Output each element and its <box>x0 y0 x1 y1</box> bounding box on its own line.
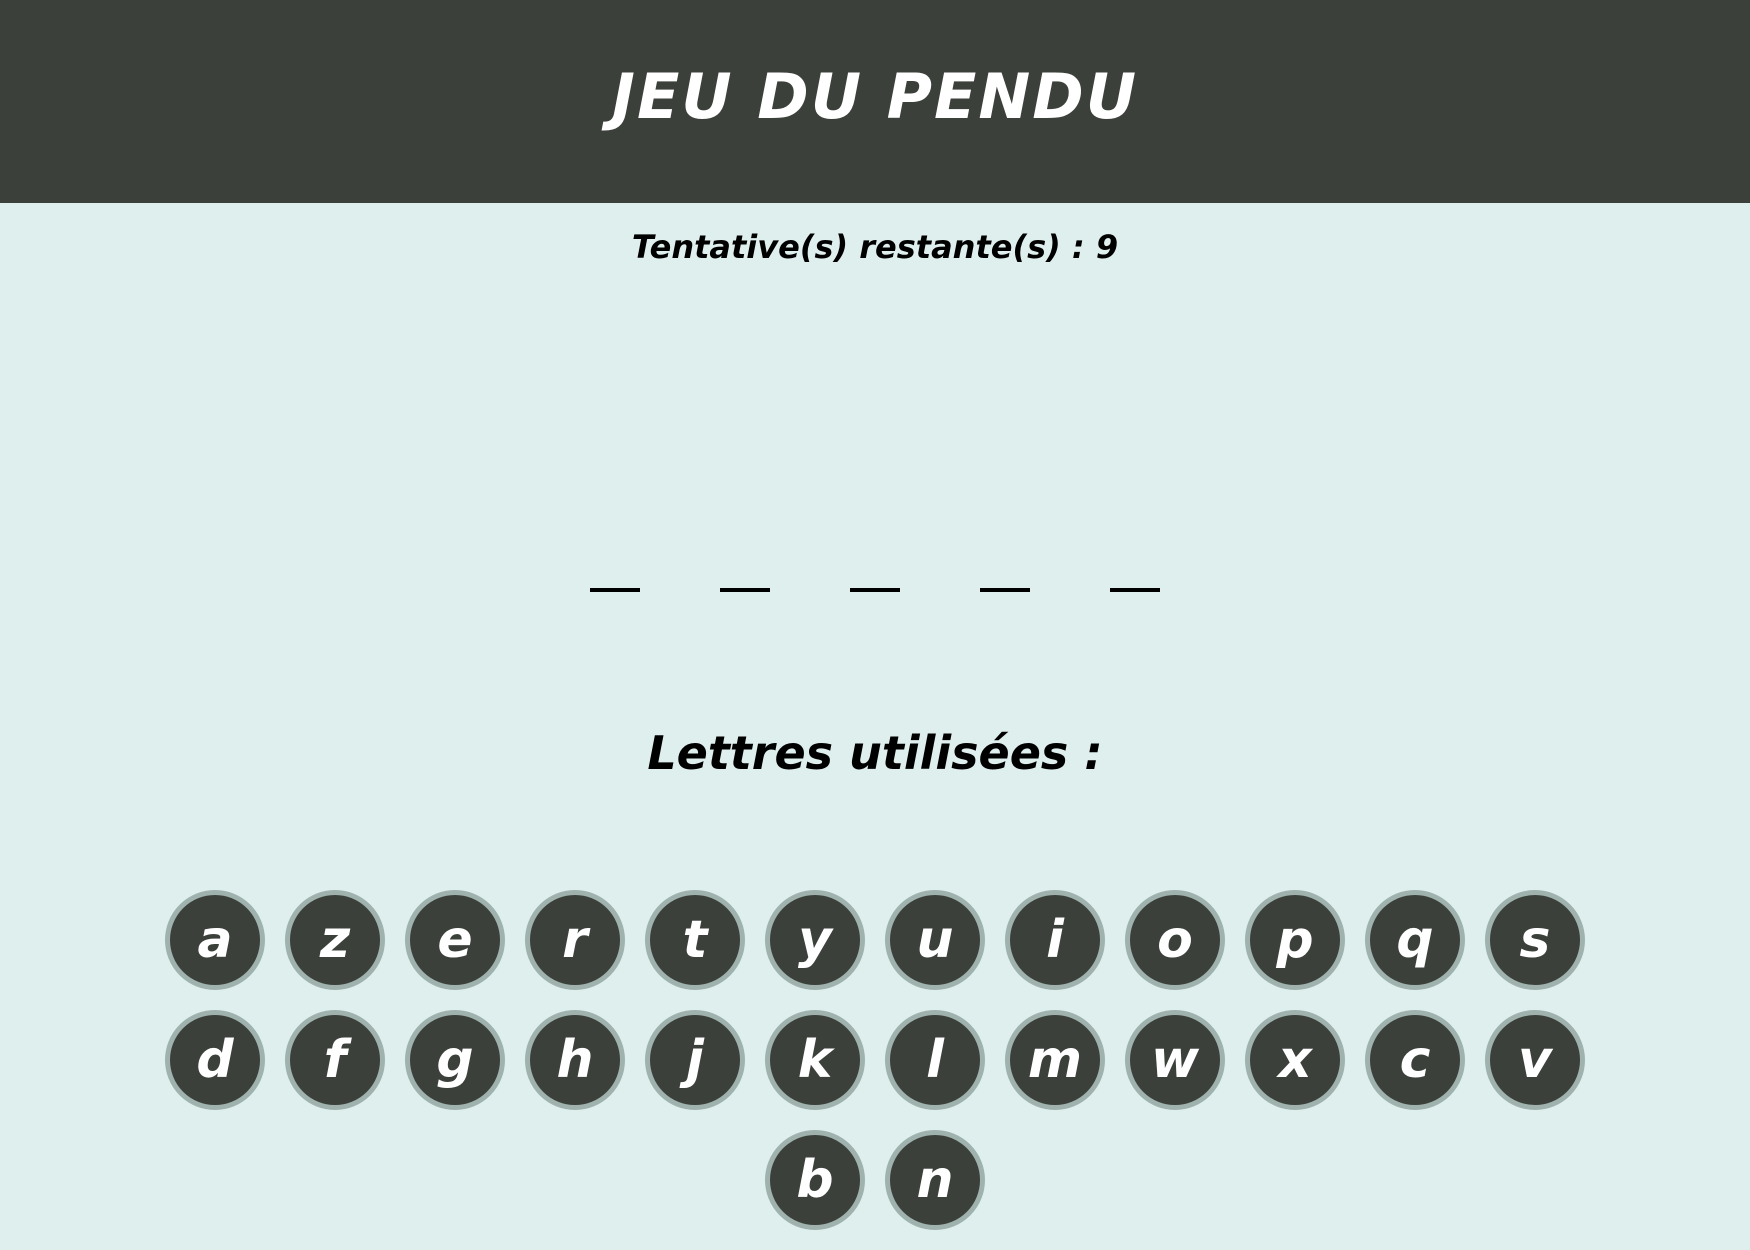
letter-key-j[interactable]: j <box>645 1010 745 1110</box>
letter-key-v[interactable]: v <box>1485 1010 1585 1110</box>
letter-key-f[interactable]: f <box>285 1010 385 1110</box>
letter-slot <box>980 548 1030 592</box>
letter-key-h[interactable]: h <box>525 1010 625 1110</box>
attempts-label: Tentative(s) restante(s) : <box>631 228 1085 266</box>
letter-key-e[interactable]: e <box>405 890 505 990</box>
keyboard-row: azertyuiopqs <box>0 890 1750 990</box>
letter-key-d[interactable]: d <box>165 1010 265 1110</box>
letter-key-k[interactable]: k <box>765 1010 865 1110</box>
letter-slot <box>720 548 770 592</box>
keyboard-row: bn <box>0 1130 1750 1230</box>
letter-slot <box>590 548 640 592</box>
letter-key-q[interactable]: q <box>1365 890 1465 990</box>
letter-key-u[interactable]: u <box>885 890 985 990</box>
page-title: JEU DU PENDU <box>611 60 1139 133</box>
hidden-word <box>0 548 1750 592</box>
letter-key-x[interactable]: x <box>1245 1010 1345 1110</box>
letter-key-g[interactable]: g <box>405 1010 505 1110</box>
keyboard-row: dfghjklmwxcv <box>0 1010 1750 1110</box>
letter-key-m[interactable]: m <box>1005 1010 1105 1110</box>
attempts-value: 9 <box>1095 228 1119 266</box>
letter-slot <box>850 548 900 592</box>
letter-key-n[interactable]: n <box>885 1130 985 1230</box>
letter-key-o[interactable]: o <box>1125 890 1225 990</box>
letter-key-w[interactable]: w <box>1125 1010 1225 1110</box>
letter-key-p[interactable]: p <box>1245 890 1345 990</box>
used-letters-title: Lettres utilisées : <box>647 726 1103 780</box>
letter-slot <box>1110 548 1160 592</box>
letter-keyboard: azertyuiopqs dfghjklmwxcv bn <box>0 890 1750 1250</box>
letter-key-s[interactable]: s <box>1485 890 1585 990</box>
letter-key-t[interactable]: t <box>645 890 745 990</box>
attempts-remaining: Tentative(s) restante(s) : 9 <box>0 228 1750 266</box>
letter-key-i[interactable]: i <box>1005 890 1105 990</box>
letter-key-r[interactable]: r <box>525 890 625 990</box>
letter-key-c[interactable]: c <box>1365 1010 1465 1110</box>
letter-key-l[interactable]: l <box>885 1010 985 1110</box>
letter-key-a[interactable]: a <box>165 890 265 990</box>
letter-key-b[interactable]: b <box>765 1130 865 1230</box>
letter-key-y[interactable]: y <box>765 890 865 990</box>
letter-key-z[interactable]: z <box>285 890 385 990</box>
